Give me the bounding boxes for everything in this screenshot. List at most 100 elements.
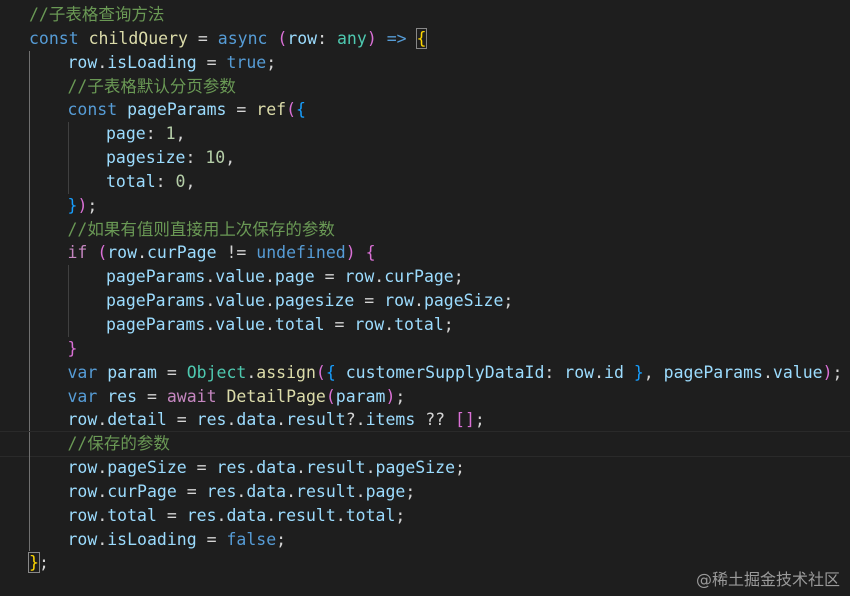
code-token: . <box>97 52 108 72</box>
code-line[interactable]: row.curPage = res.data.result.page; <box>0 479 850 504</box>
code-line[interactable]: row.detail = res.data.result?.items ?? [… <box>0 408 850 433</box>
code-token: false <box>226 529 277 549</box>
code-token: pageParams <box>106 267 206 287</box>
code-token: DetailPage <box>226 386 326 406</box>
code-token: pageSize <box>107 458 187 478</box>
code-token: res <box>186 505 217 525</box>
code-token: . <box>226 410 237 430</box>
code-token: { <box>296 100 306 120</box>
indent-guide <box>67 146 69 170</box>
indent-guide <box>67 122 69 147</box>
code-line[interactable]: row.isLoading = false; <box>0 527 850 552</box>
code-token: , <box>643 362 664 382</box>
code-token: total <box>274 314 325 334</box>
code-token: ; <box>474 410 485 430</box>
code-token: res <box>206 481 237 501</box>
code-token: . <box>97 481 108 501</box>
code-token: pagesize <box>106 148 186 168</box>
code-token: //子表格默认分页参数 <box>67 76 236 96</box>
code-token: pageParams <box>106 314 206 334</box>
code-token: 10 <box>205 148 226 168</box>
code-token: undefined <box>256 243 346 263</box>
code-token: //子表格查询方法 <box>29 5 165 24</box>
code-token: . <box>205 291 216 311</box>
code-token: row <box>354 314 385 334</box>
code-text: pageParams.value.pagesize = row.pageSize… <box>106 289 513 313</box>
code-token: ; <box>266 52 277 72</box>
code-text: }; <box>28 551 49 575</box>
code-token: result <box>286 410 346 430</box>
code-token: items <box>365 410 416 430</box>
code-text: row.pageSize = res.data.result.pageSize; <box>68 456 465 480</box>
code-token: } <box>633 362 644 382</box>
code-token: { <box>325 362 336 382</box>
code-line[interactable]: //保存的参数 <box>0 431 850 458</box>
code-token: curPage <box>107 481 177 501</box>
code-token: . <box>216 505 227 525</box>
code-token: value <box>215 314 265 334</box>
code-line[interactable]: //子表格默认分页参数 <box>0 74 850 99</box>
code-line[interactable]: pageParams.value.pagesize = row.pageSize… <box>0 289 850 313</box>
code-text: //保存的参数 <box>68 432 170 456</box>
code-line[interactable]: if (row.curPage != undefined) { <box>0 241 850 266</box>
code-token: ; <box>503 291 514 311</box>
code-line[interactable]: const pageParams = ref({ <box>0 98 850 123</box>
code-token: . <box>246 362 257 382</box>
code-token: //保存的参数 <box>67 434 170 454</box>
indent-guide <box>29 146 30 170</box>
indent-guide <box>29 122 30 147</box>
code-token: ( <box>315 362 326 382</box>
code-line[interactable]: //如果有值则直接用上次保存的参数 <box>0 217 850 242</box>
code-token: . <box>762 362 773 382</box>
code-token: res <box>196 410 227 430</box>
code-line[interactable]: var param = Object.assign({ customerSupp… <box>0 360 850 385</box>
code-token: : <box>155 171 176 191</box>
code-token: = <box>186 458 217 478</box>
code-line[interactable]: const childQuery = async (row: any) => { <box>0 27 850 51</box>
code-token: } <box>67 195 78 215</box>
code-token: row <box>384 291 414 311</box>
indent-guide <box>29 193 30 218</box>
code-token: value <box>215 267 265 287</box>
code-token: = <box>187 28 218 48</box>
code-token: ) <box>366 28 377 48</box>
code-line[interactable]: page: 1, <box>0 122 850 147</box>
code-text: pageParams.value.total = row.total; <box>106 313 454 337</box>
code-token: = <box>196 52 227 72</box>
code-line[interactable]: pageParams.value.page = row.curPage; <box>0 265 850 290</box>
indent-guide <box>29 408 30 433</box>
code-token: : <box>317 28 337 48</box>
code-line[interactable]: //子表格查询方法 <box>0 3 850 27</box>
code-token: ( <box>97 243 108 263</box>
code-token: data <box>226 505 267 525</box>
code-token: curPage <box>147 243 217 263</box>
code-token: = <box>156 362 187 382</box>
code-token: } <box>67 338 78 358</box>
code-line[interactable]: } <box>0 336 850 361</box>
indent-guide <box>29 50 30 75</box>
indent-guide <box>29 527 30 552</box>
code-token: res <box>107 386 138 406</box>
code-token: , <box>185 171 196 191</box>
code-token: 1 <box>165 124 176 144</box>
code-line[interactable]: pagesize: 10, <box>0 146 850 170</box>
code-text: pagesize: 10, <box>106 146 235 170</box>
code-token: ) <box>385 386 396 406</box>
code-line[interactable]: var res = await DetailPage(param); <box>0 384 850 409</box>
code-line[interactable]: row.isLoading = true; <box>0 50 850 75</box>
code-line[interactable]: row.pageSize = res.data.result.pageSize; <box>0 456 850 480</box>
code-line[interactable]: row.total = res.data.result.total; <box>0 503 850 528</box>
code-token: = <box>137 386 167 406</box>
code-token: detail <box>107 410 167 430</box>
code-line[interactable]: pageParams.value.total = row.total; <box>0 312 850 337</box>
code-editor[interactable]: //子表格查询方法 const childQuery = async (row: … <box>0 3 850 575</box>
code-token: . <box>97 458 108 478</box>
code-token: result <box>296 481 356 501</box>
code-token: row <box>564 362 595 382</box>
code-text: //子表格查询方法 <box>29 3 164 27</box>
code-line[interactable]: }); <box>0 193 850 218</box>
code-token: = <box>176 481 207 501</box>
code-line[interactable]: total: 0, <box>0 169 850 194</box>
